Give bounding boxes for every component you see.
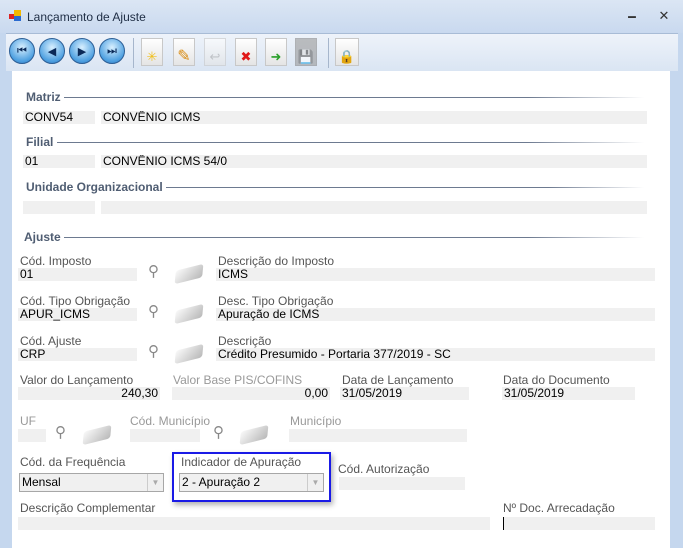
chevron-down-icon[interactable]: ▼ — [147, 474, 163, 491]
indicador-select[interactable]: 2 - Apuração 2 ▼ — [179, 473, 324, 492]
last-record-button[interactable]: ⏭ — [99, 38, 125, 64]
search-icon[interactable]: ⚲ — [55, 423, 73, 441]
title-bar: Lançamento de Ajuste 🗕 ✕ — [0, 0, 683, 33]
cod-ajuste-field[interactable]: CRP — [18, 348, 137, 361]
data-lanc-label: Data de Lançamento — [342, 373, 454, 387]
minimize-button[interactable]: 🗕 — [622, 8, 642, 24]
matriz-name-field[interactable]: CONVÊNIO ICMS — [101, 111, 647, 124]
filial-name-field[interactable]: CONVÊNIO ICMS 54/0 — [101, 155, 647, 168]
num-doc-field[interactable] — [503, 517, 655, 530]
close-button[interactable]: ✕ — [654, 8, 674, 24]
valor-base-field[interactable]: 0,00 — [172, 387, 330, 400]
divider — [64, 97, 644, 98]
save-button[interactable]: 💾 — [295, 38, 317, 66]
desc-complementar-field[interactable] — [18, 517, 490, 530]
matriz-code-field[interactable]: CONV54 — [23, 111, 95, 124]
cod-tipo-label: Cód. Tipo Obrigação — [20, 294, 131, 308]
indicador-value: 2 - Apuração 2 — [182, 475, 261, 489]
section-unidade: Unidade Organizacional — [26, 180, 163, 194]
desc-imposto-field[interactable]: ICMS — [216, 268, 655, 281]
section-filial: Filial — [26, 135, 54, 149]
filial-code-field[interactable]: 01 — [23, 155, 95, 168]
indicador-label: Indicador de Apuração — [181, 455, 302, 469]
unidade-code-field[interactable] — [23, 201, 95, 214]
cod-imposto-field[interactable]: 01 — [18, 268, 137, 281]
desc-complementar-label: Descrição Complementar — [20, 501, 156, 515]
section-matriz: Matriz — [26, 90, 61, 104]
uf-label: UF — [20, 414, 36, 428]
undo-button[interactable]: ↩ — [204, 38, 226, 66]
cod-municipio-label: Cód. Município — [130, 414, 211, 428]
search-icon[interactable]: ⚲ — [148, 302, 166, 320]
divider — [57, 142, 644, 143]
export-button[interactable]: ➜ — [265, 38, 287, 66]
data-doc-field[interactable]: 31/05/2019 — [502, 387, 635, 400]
desc-tipo-label: Desc. Tipo Obrigação — [218, 294, 334, 308]
municipio-label: Município — [290, 414, 342, 428]
chevron-down-icon[interactable]: ▼ — [307, 474, 323, 491]
cod-tipo-field[interactable]: APUR_ICMS — [18, 308, 137, 321]
window-title: Lançamento de Ajuste — [27, 10, 146, 24]
municipio-field[interactable] — [289, 429, 467, 442]
descricao-label: Descrição — [218, 334, 272, 348]
app-icon — [9, 10, 22, 22]
lock-button[interactable]: 🔒 — [335, 38, 359, 66]
unidade-name-field[interactable] — [101, 201, 647, 214]
desc-imposto-label: Descrição do Imposto — [218, 254, 335, 268]
divider — [64, 237, 644, 238]
first-record-button[interactable]: ⏮ — [9, 38, 35, 64]
frequencia-select[interactable]: Mensal ▼ — [19, 473, 164, 492]
uf-field[interactable] — [18, 429, 46, 442]
cod-municipio-field[interactable] — [130, 429, 200, 442]
valor-base-label: Valor Base PIS/COFINS — [173, 373, 303, 387]
data-doc-label: Data do Documento — [503, 373, 610, 387]
next-record-button[interactable]: ▶ — [69, 38, 95, 64]
num-doc-label: Nº Doc. Arrecadação — [503, 501, 615, 515]
edit-button[interactable]: ✎ — [173, 38, 195, 66]
cod-autorizacao-label: Cód. Autorização — [338, 462, 430, 476]
search-icon[interactable]: ⚲ — [213, 423, 231, 441]
valor-label: Valor do Lançamento — [20, 373, 134, 387]
search-icon[interactable]: ⚲ — [148, 262, 166, 280]
separator — [328, 38, 329, 68]
section-ajuste: Ajuste — [24, 230, 61, 244]
search-icon[interactable]: ⚲ — [148, 342, 166, 360]
cod-autorizacao-field[interactable] — [339, 477, 465, 490]
data-lanc-field[interactable]: 31/05/2019 — [340, 387, 469, 400]
cod-imposto-label: Cód. Imposto — [20, 254, 92, 268]
separator — [133, 38, 134, 68]
frequencia-value: Mensal — [22, 475, 61, 489]
divider — [166, 187, 644, 188]
new-button[interactable]: ✳ — [141, 38, 163, 66]
desc-tipo-field[interactable]: Apuração de ICMS — [216, 308, 655, 321]
delete-button[interactable]: ✖ — [235, 38, 257, 66]
previous-record-button[interactable]: ◀ — [39, 38, 65, 64]
cod-ajuste-label: Cód. Ajuste — [20, 334, 82, 348]
descricao-field[interactable]: Crédito Presumido - Portaria 377/2019 - … — [216, 348, 655, 361]
toolbar: ⏮ ◀ ▶ ⏭ ✳ ✎ ↩ ✖ ➜ 💾 🔒 — [6, 33, 678, 71]
frequencia-label: Cód. da Frequência — [20, 455, 126, 469]
valor-field[interactable]: 240,30 — [18, 387, 160, 400]
